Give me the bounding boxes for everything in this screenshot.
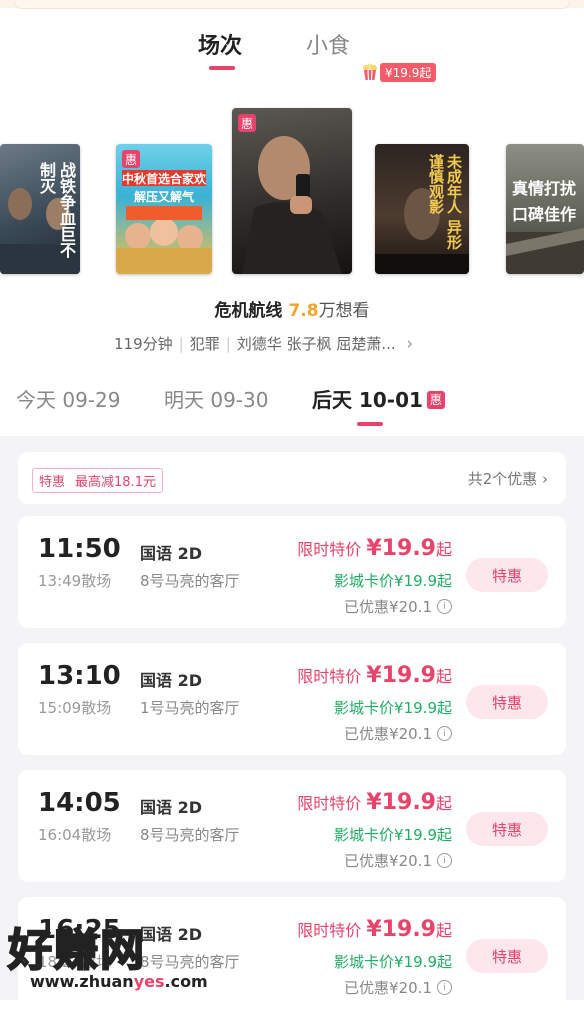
card-price: 影城卡价¥19.9起 (334, 699, 452, 717)
hall-name: 8号马亮的客厅 (140, 953, 240, 971)
info-icon[interactable]: i (437, 980, 452, 995)
poster-5-title: 真情打扰 口碑佳作 (512, 179, 577, 224)
special-offer-button[interactable]: 特惠 (466, 939, 548, 973)
poster-1[interactable]: 战铁争血巨不制灭 (0, 144, 80, 274)
special-offer-button[interactable]: 特惠 (466, 558, 548, 592)
movie-meta[interactable]: 119分钟 | 犯罪 | 刘德华 张子枫 屈楚萧... › (114, 333, 413, 354)
date-active-indicator (357, 422, 383, 426)
special-offer-button[interactable]: 特惠 (466, 685, 548, 719)
promo-tag-text: 最高减18.1元 (75, 475, 156, 490)
chevron-right-icon: › (406, 334, 414, 354)
end-time: 15:09散场 (38, 699, 112, 717)
promo-tag-label: 特惠 (39, 475, 66, 490)
limited-price-suffix: 起 (435, 794, 452, 813)
card-price: 影城卡价¥19.9起 (334, 826, 452, 844)
saved-amount-text: 已优惠¥20.1 (344, 598, 432, 616)
saved-amount: 已优惠¥20.1 i (344, 977, 452, 998)
snack-price-label: ¥19.9起 (380, 62, 437, 82)
poster-4[interactable]: 未成年人 异形 谨慎观影 (375, 144, 469, 274)
poster-2[interactable]: 惠 中秋首选合家欢 解压又解气 (116, 144, 212, 274)
movie-title-row: 危机航线 7.8万想看 (0, 296, 584, 321)
special-offer-button[interactable]: 特惠 (466, 812, 548, 846)
limited-price-value: ¥19.9 (366, 790, 436, 815)
info-icon[interactable]: i (437, 599, 452, 614)
limited-price-suffix: 起 (435, 921, 452, 940)
card-price: 影城卡价¥19.9起 (334, 953, 452, 971)
hall-name: 8号马亮的客厅 (140, 572, 240, 590)
limited-price: 限时特价 ¥19.9起 (297, 917, 452, 942)
poster-5[interactable]: 真情打扰 口碑佳作 (506, 144, 584, 274)
tab-snacks[interactable]: 小食 (306, 28, 350, 60)
promo-count-link[interactable]: 共2个优惠 › (468, 468, 548, 489)
movie-duration: 119分钟 (114, 335, 173, 353)
start-time: 14:05 (38, 788, 121, 818)
showtime-card[interactable]: 11:50 13:49散场 国语 2D 8号马亮的客厅 限时特价 ¥19.9起 … (18, 516, 566, 628)
poster-2-title: 中秋首选合家欢 解压又解气 (122, 172, 207, 204)
card-price: 影城卡价¥19.9起 (334, 572, 452, 590)
limited-price: 限时特价 ¥19.9起 (297, 536, 452, 561)
limited-price: 限时特价 ¥19.9起 (297, 790, 452, 815)
popcorn-icon (363, 63, 377, 81)
saved-amount: 已优惠¥20.1 i (344, 596, 452, 617)
limited-price: 限时特价 ¥19.9起 (297, 663, 452, 688)
showtime-card[interactable]: 13:10 15:09散场 国语 2D 1号马亮的客厅 限时特价 ¥19.9起 … (18, 643, 566, 755)
start-time: 11:50 (38, 534, 121, 564)
limited-price-value: ¥19.9 (366, 663, 436, 688)
language-format: 国语 2D (140, 671, 202, 690)
hall-name: 1号马亮的客厅 (140, 699, 240, 717)
limited-price-value: ¥19.9 (366, 917, 436, 942)
saved-amount: 已优惠¥20.1 i (344, 850, 452, 871)
poster-2-discount-badge: 惠 (122, 150, 140, 168)
date-tab-today[interactable]: 今天 09-29 (16, 384, 120, 413)
saved-amount-text: 已优惠¥20.1 (344, 852, 432, 870)
movie-title: 危机航线 (214, 301, 283, 321)
saved-amount-text: 已优惠¥20.1 (344, 979, 432, 997)
limited-price-suffix: 起 (435, 540, 452, 559)
date-tabs: 今天 09-29 明天 09-30 后天 10-01 惠 (0, 384, 584, 430)
end-time: 13:49散场 (38, 572, 112, 590)
date-tab-day-after[interactable]: 后天 10-01 惠 (312, 384, 445, 413)
language-format: 国语 2D (140, 925, 202, 944)
limited-price-label: 限时特价 (297, 794, 362, 813)
top-banner-edge (0, 0, 584, 9)
hall-name: 8号马亮的客厅 (140, 826, 240, 844)
promo-tag: 特惠 最高减18.1元 (32, 468, 163, 493)
movie-genre: 犯罪 (189, 335, 220, 353)
want-count: 7.8 (288, 301, 319, 321)
info-icon[interactable]: i (437, 853, 452, 868)
snack-price-badge: ¥19.9起 (362, 61, 437, 83)
language-format: 国语 2D (140, 544, 202, 563)
limited-price-label: 限时特价 (297, 667, 362, 686)
poster-4-title: 未成年人 异形 谨慎观影 (427, 154, 463, 250)
date-tab-day-after-label: 后天 10-01 (312, 388, 423, 412)
movie-cast: 刘德华 张子枫 屈楚萧... (236, 335, 396, 353)
date-discount-badge: 惠 (426, 391, 445, 409)
info-icon[interactable]: i (437, 726, 452, 741)
tab-screenings[interactable]: 场次 (198, 28, 242, 60)
limited-price-value: ¥19.9 (366, 536, 436, 561)
want-label: 万想看 (318, 301, 370, 321)
showtime-card[interactable]: 14:05 16:04散场 国语 2D 8号马亮的客厅 限时特价 ¥19.9起 … (18, 770, 566, 882)
limited-price-label: 限时特价 (297, 921, 362, 940)
end-time: 16:04散场 (38, 826, 112, 844)
start-time: 13:10 (38, 661, 121, 691)
poster-carousel[interactable]: 战铁争血巨不制灭 惠 中秋首选合家欢 解压又解气 惠 未成年人 异形 谨慎观影 (0, 100, 584, 290)
promo-bar[interactable]: 特惠 最高减18.1元 共2个优惠 › (18, 452, 566, 504)
saved-amount-text: 已优惠¥20.1 (344, 725, 432, 743)
end-time: 18:24散场 (38, 953, 112, 971)
language-format: 国语 2D (140, 798, 202, 817)
date-tab-tomorrow[interactable]: 明天 09-30 (164, 384, 268, 413)
showtime-card[interactable]: 16:25 18:24散场 国语 2D 8号马亮的客厅 限时特价 ¥19.9起 … (18, 897, 566, 1009)
limited-price-suffix: 起 (435, 667, 452, 686)
limited-price-label: 限时特价 (297, 540, 362, 559)
top-tabs: 场次 小食 ¥19.9起 (0, 28, 584, 82)
saved-amount: 已优惠¥20.1 i (344, 723, 452, 744)
start-time: 16:25 (38, 915, 121, 945)
poster-1-title: 战铁争血巨不制灭 (37, 162, 76, 258)
poster-3-discount-badge: 惠 (238, 114, 256, 132)
tab-active-indicator (209, 66, 235, 70)
poster-3-selected[interactable]: 惠 (232, 108, 352, 274)
poster-3-art (242, 136, 342, 274)
